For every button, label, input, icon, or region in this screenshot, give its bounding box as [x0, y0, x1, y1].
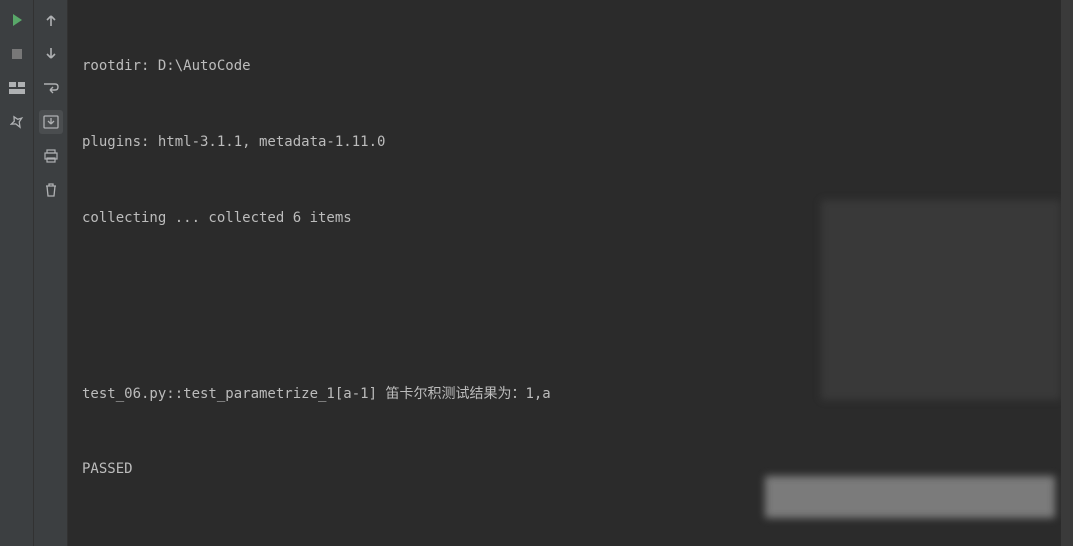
- console-output[interactable]: rootdir: D:\AutoCode plugins: html-3.1.1…: [68, 0, 1061, 546]
- console-line-plugins: plugins: html-3.1.1, metadata-1.11.0: [82, 130, 1051, 155]
- vertical-scrollbar[interactable]: [1061, 0, 1073, 546]
- console-line-rootdir: rootdir: D:\AutoCode: [82, 54, 1051, 79]
- layout-button[interactable]: [5, 76, 29, 100]
- console-toolbar: [34, 0, 68, 546]
- soft-wrap-button[interactable]: [39, 76, 63, 100]
- print-button[interactable]: [39, 144, 63, 168]
- pin-button[interactable]: [5, 110, 29, 134]
- test-id: test_06.py::test_parametrize_1[a-1]: [82, 386, 377, 402]
- scroll-to-end-button[interactable]: [39, 110, 63, 134]
- run-toolbar: [0, 0, 34, 546]
- stop-button[interactable]: [5, 42, 29, 66]
- obscured-region: [821, 200, 1061, 400]
- run-button[interactable]: [5, 8, 29, 32]
- test-msg: 笛卡尔积测试结果为：1,a: [385, 386, 550, 402]
- next-button[interactable]: [39, 42, 63, 66]
- previous-button[interactable]: [39, 8, 63, 32]
- clear-all-button[interactable]: [39, 178, 63, 202]
- obscured-region: [765, 476, 1055, 518]
